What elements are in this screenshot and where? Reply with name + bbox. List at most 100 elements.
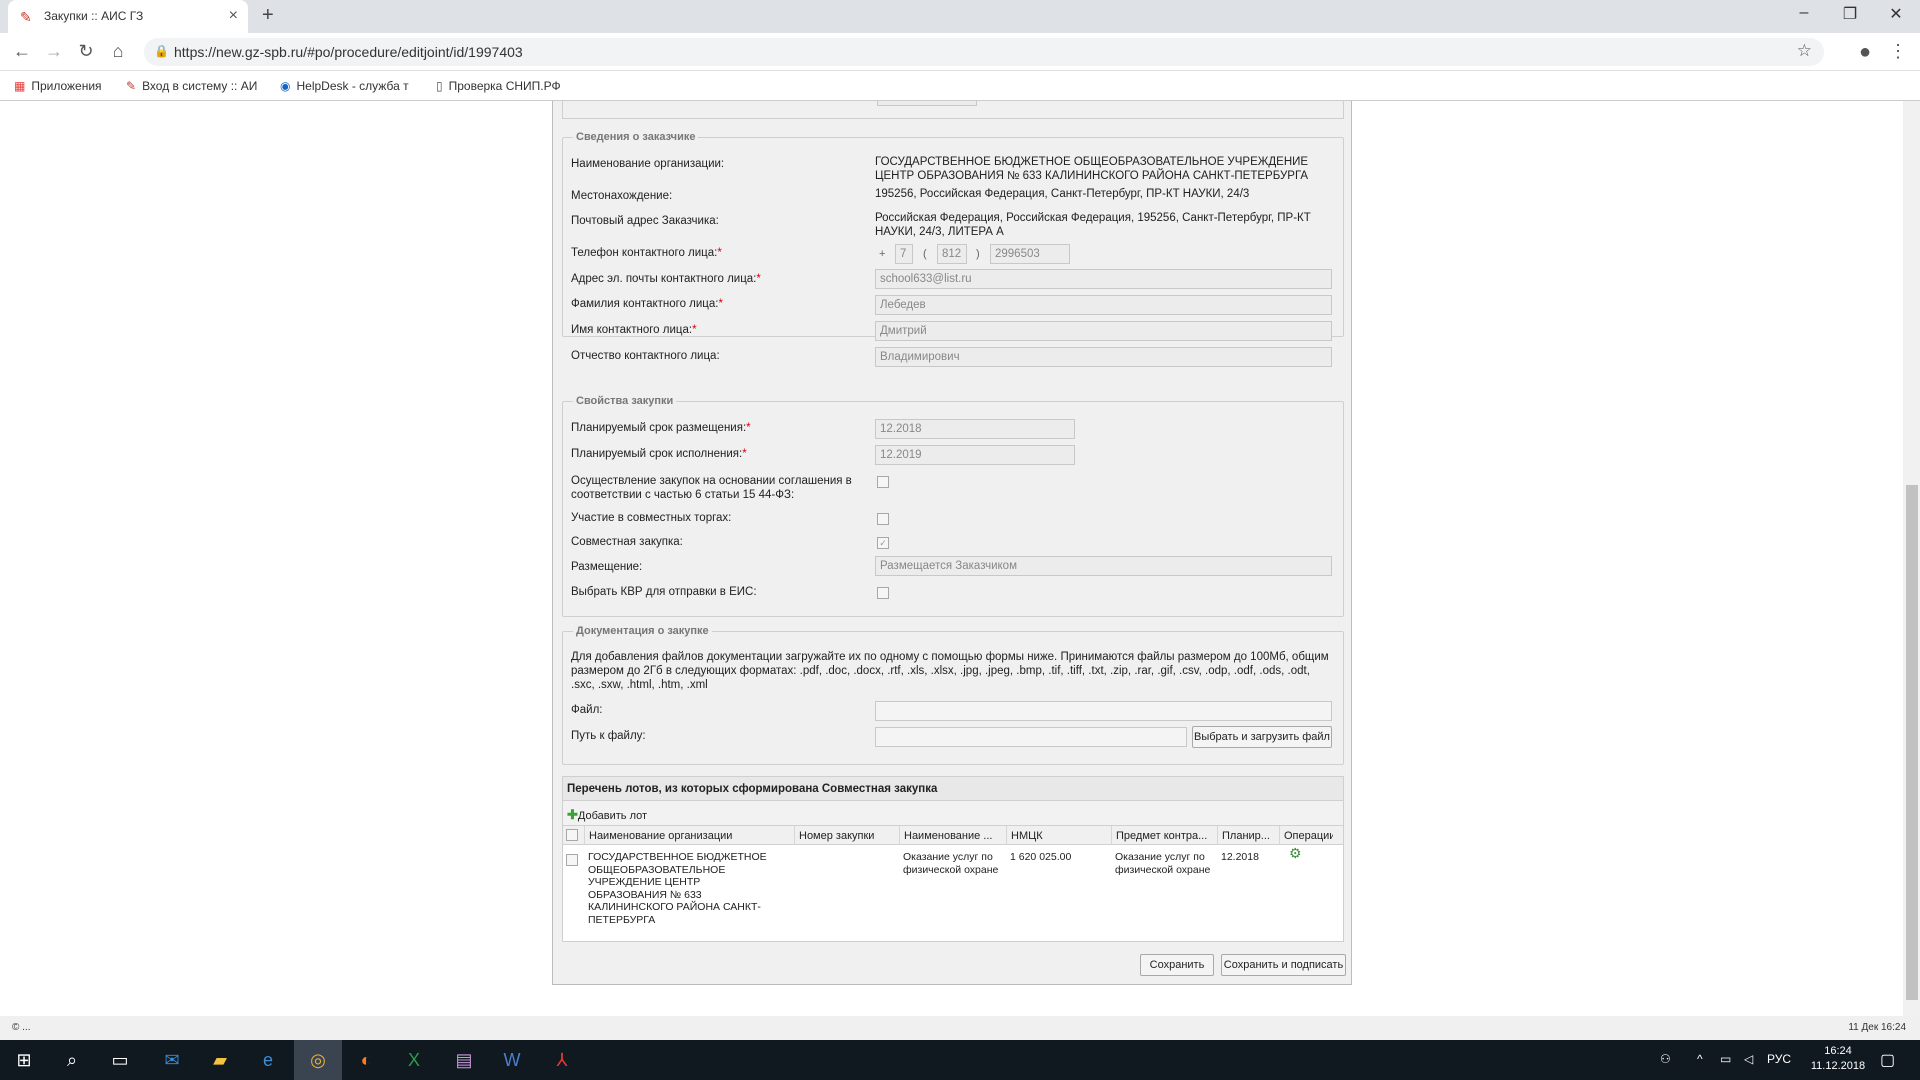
execution-term-input[interactable]: 12.2019 [875,445,1075,465]
home-icon[interactable]: ⌂ [106,41,130,62]
site-favicon-icon: ✎ [20,9,32,25]
postal-value: Российская Федерация, Российская Федерац… [875,212,1311,238]
joint-trade-checkbox[interactable] [877,513,889,525]
clock-time: 16:24 [1824,1045,1852,1057]
network-icon[interactable]: ▭ [1720,1052,1731,1066]
bookmarks-bar: ▦ Приложения ✎ Вход в систему :: АИ ◉ HelpD… [0,71,1920,101]
col-name[interactable]: Наименование ... [899,826,1006,845]
notifications-icon[interactable]: ▢ [1880,1050,1895,1070]
placement-input[interactable]: Размещается Заказчиком [875,556,1332,576]
phone-country-input[interactable]: 7 [895,244,913,264]
lastname-input[interactable]: Лебедев [875,295,1332,315]
email-input[interactable]: school633@list.ru [875,269,1332,289]
firstname-label: Имя контактного лица:* [571,324,697,336]
browser-toolbar: ← → ↻ ⌂ 🔒 https://new.gz-spb.ru/#po/proc… [0,33,1920,71]
outlook-icon[interactable]: ✉ [148,1040,196,1080]
firefox-icon[interactable]: ◐ [342,1040,390,1080]
col-planned[interactable]: Планир... [1217,826,1279,845]
add-lot-button[interactable]: ✚Добавить лот [567,807,647,822]
edge-icon[interactable]: e [244,1040,292,1080]
org-label: Наименование организации: [571,158,725,170]
keyboard-language[interactable]: РУС [1767,1052,1791,1066]
lastname-label: Фамилия контактного лица:* [571,298,723,310]
page-scrollbar[interactable] [1903,101,1920,1016]
customer-legend: Сведения о заказчике [576,131,696,143]
file-explorer-icon[interactable]: ▰ [196,1040,244,1080]
select-all-checkbox[interactable] [566,829,578,841]
phone-number-input[interactable]: 2996503 [990,244,1070,264]
window-close-icon[interactable]: ✕ [1876,4,1916,24]
back-icon[interactable]: ← [10,41,34,62]
menu-dots-icon[interactable]: ⋮ [1886,41,1910,62]
col-number[interactable]: Номер закупки [794,826,899,845]
row-checkbox[interactable] [566,854,578,866]
file-input[interactable] [875,701,1332,721]
row-operations-gear-icon[interactable]: ⚙ [1285,846,1306,859]
chrome-icon[interactable]: ◎ [294,1040,342,1080]
row-subject: Оказание услуг по физической охране [1115,851,1211,876]
app-icon[interactable]: ▤ [440,1040,488,1080]
volume-icon[interactable]: ◁ [1744,1052,1753,1066]
minimize-icon[interactable]: – [1784,4,1824,22]
tray-chevron-icon[interactable]: ^ [1697,1052,1703,1066]
lock-icon: 🔒 [154,44,169,58]
status-bar: © ... 11 Дек 16:24 [0,1016,1920,1040]
file-path-input[interactable] [875,727,1187,747]
table-row[interactable]: ГОСУДАРСТВЕННОЕ БЮДЖЕТНОЕ ОБЩЕОБРАЗОВАТЕ… [563,845,1343,941]
bookmark-apps[interactable]: ▦ Приложения [14,79,102,93]
col-org[interactable]: Наименование организации [584,826,814,845]
bookmark-snip[interactable]: ▯ Проверка СНИП.РФ [436,79,561,93]
previous-input[interactable] [877,101,977,106]
placement-term-label: Планируемый срок размещения:* [571,422,751,434]
forward-icon[interactable]: → [42,41,66,62]
lots-grid-toolbar: ✚Добавить лот [563,801,1343,825]
phone-close-paren: ) [976,248,980,260]
people-icon[interactable]: ⚇ [1660,1052,1671,1066]
col-operations[interactable]: Операции [1279,826,1333,845]
new-tab-icon[interactable]: + [262,4,274,27]
acrobat-icon[interactable]: ⅄ [538,1040,586,1080]
bookmark-login[interactable]: ✎ Вход в систему :: АИ [126,79,257,93]
page-content: Сведения о заказчике Наименование органи… [0,101,1920,1016]
bookmark-helpdesk[interactable]: ◉ HelpDesk - служба т [280,79,409,93]
clock[interactable]: 16:24 11.12.2018 [1810,1044,1866,1074]
browser-tab[interactable]: ✎ Закупки :: АИС ГЗ × [8,0,248,33]
search-icon[interactable]: ⌕ [48,1040,96,1080]
col-subject[interactable]: Предмет контра... [1111,826,1217,845]
excel-icon[interactable]: X [390,1040,438,1080]
save-and-sign-button[interactable]: Сохранить и подписать [1221,954,1346,976]
profile-icon[interactable]: ● [1853,41,1877,64]
phone-code-input[interactable]: 812 [937,244,967,264]
tab-strip: ✎ Закупки :: АИС ГЗ × + – ❐ ✕ [0,0,1920,33]
joint-purchase-checkbox[interactable]: ✓ [877,537,889,549]
docs-legend: Документация о закупке [576,625,709,637]
scrollbar-thumb[interactable] [1906,485,1918,1000]
bookmark-star-icon[interactable]: ☆ [1797,41,1812,61]
upload-file-button[interactable]: Выбрать и загрузить файл [1192,726,1332,748]
lots-grid-title: Перечень лотов, из которых сформирована … [563,777,1343,801]
globe-icon: ◉ [280,79,291,93]
reload-icon[interactable]: ↻ [74,41,98,62]
page-icon: ▯ [436,79,443,93]
col-nmck[interactable]: НМЦК [1006,826,1111,845]
kvr-checkbox[interactable] [877,587,889,599]
lots-grid: Перечень лотов, из которых сформирована … [562,776,1344,942]
patronymic-input[interactable]: Владимирович [875,347,1332,367]
close-tab-icon[interactable]: × [229,7,238,25]
word-icon[interactable]: W [488,1040,536,1080]
start-windows-icon[interactable]: ⊞ [0,1040,48,1080]
windows-taskbar: ⊞ ⌕ ▭ ✉ ▰ e ◎ ◐ X ▤ W ⅄ ⚇ ^ ▭ ◁ РУС 16:2… [0,1040,1920,1080]
agreement-checkbox[interactable] [877,476,889,488]
patronymic-label: Отчество контактного лица: [571,350,720,362]
tab-title: Закупки :: АИС ГЗ [44,9,144,23]
url-text[interactable]: https://new.gz-spb.ru/#po/procedure/edit… [174,44,523,60]
task-view-icon[interactable]: ▭ [96,1040,144,1080]
save-button[interactable]: Сохранить [1140,954,1214,976]
address-bar[interactable]: 🔒 https://new.gz-spb.ru/#po/procedure/ed… [144,38,1824,66]
firstname-input[interactable]: Дмитрий [875,321,1332,341]
location-label: Местонахождение: [571,190,673,202]
placement-term-input[interactable]: 12.2018 [875,419,1075,439]
phone-open-paren: ( [923,248,927,260]
restore-icon[interactable]: ❐ [1830,4,1870,24]
location-value: 195256, Российская Федерация, Санкт-Пете… [875,188,1250,200]
